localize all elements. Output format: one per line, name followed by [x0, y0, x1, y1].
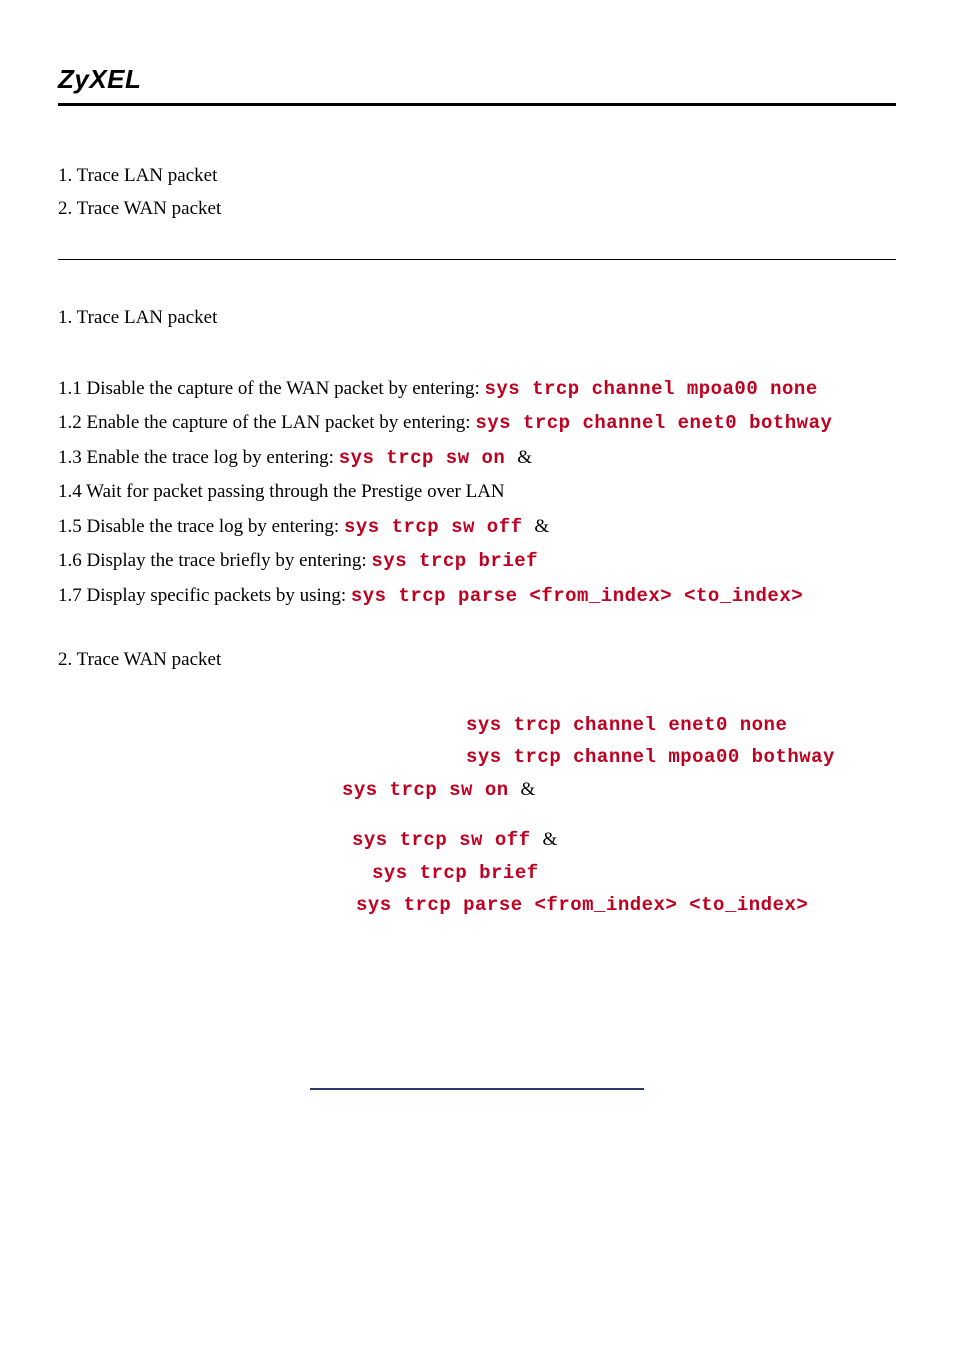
step-1-7: 1.7 Display specific packets by using: s…: [58, 582, 896, 611]
s2-cmd-1: sys trcp channel enet0 none: [466, 714, 787, 736]
step-1-5-cmd: sys trcp sw off: [344, 516, 534, 538]
step-1-7-text: 1.7 Display specific packets by using:: [58, 585, 351, 606]
section-1-title: 1. Trace LAN packet: [58, 304, 896, 333]
step-1-5: 1.5 Disable the trace log by entering: s…: [58, 513, 896, 542]
step-1-7-cmd: sys trcp parse <from_index> <to_index>: [351, 585, 803, 607]
footer-rule: [310, 1088, 644, 1090]
step-1-1-text: 1.1 Disable the capture of the WAN packe…: [58, 378, 484, 399]
toc-item-2: 2. Trace WAN packet: [58, 195, 896, 224]
s2-line-5: sys trcp brief: [372, 859, 896, 888]
step-1-1: 1.1 Disable the capture of the WAN packe…: [58, 375, 896, 404]
step-1-4: 1.4 Wait for packet passing through the …: [58, 478, 896, 507]
step-1-2: 1.2 Enable the capture of the LAN packet…: [58, 409, 896, 438]
toc: 1. Trace LAN packet 2. Trace WAN packet: [58, 162, 896, 223]
step-1-3-text: 1.3 Enable the trace log by entering:: [58, 447, 339, 468]
toc-item-1: 1. Trace LAN packet: [58, 162, 896, 191]
s2-line-6: sys trcp parse <from_index> <to_index>: [356, 891, 896, 920]
s2-cmd-5: sys trcp brief: [372, 862, 539, 884]
step-1-2-text: 1.2 Enable the capture of the LAN packet…: [58, 412, 475, 433]
s2-line-2: sys trcp channel mpoa00 bothway: [466, 743, 896, 772]
step-1-6-text: 1.6 Display the trace briefly by enterin…: [58, 550, 371, 571]
s2-line-1: sys trcp channel enet0 none: [466, 711, 896, 740]
section-2-block: sys trcp channel enet0 none sys trcp cha…: [58, 711, 896, 920]
s2-line-3: sys trcp sw on &: [342, 776, 892, 805]
step-1-3-amp: &: [517, 447, 532, 468]
s2-cmd-6: sys trcp parse <from_index> <to_index>: [356, 894, 808, 916]
s2-line-4: sys trcp sw off &: [352, 826, 896, 855]
header-rule: [58, 103, 896, 106]
separator-rule: [58, 259, 896, 260]
s2-blank-line: [346, 808, 896, 826]
s2-cmd-2: sys trcp channel mpoa00 bothway: [466, 746, 835, 768]
step-1-3-cmd: sys trcp sw on: [339, 447, 518, 469]
s2-cmd-3: sys trcp sw on: [342, 779, 521, 801]
s2-cmd-4: sys trcp sw off: [352, 829, 542, 851]
section-2-title: 2. Trace WAN packet: [58, 646, 896, 675]
step-1-5-text: 1.5 Disable the trace log by entering:: [58, 516, 344, 537]
step-1-1-cmd: sys trcp channel mpoa00 none: [484, 378, 817, 400]
footer-rule-wrap: [58, 1088, 896, 1090]
s2-amp-4: &: [542, 829, 557, 850]
step-1-6-cmd: sys trcp brief: [371, 550, 538, 572]
s2-amp-3: &: [521, 779, 536, 800]
step-1-2-cmd: sys trcp channel enet0 bothway: [475, 412, 832, 434]
step-1-3: 1.3 Enable the trace log by entering: sy…: [58, 444, 896, 473]
brand-logo: ZyXEL: [58, 60, 896, 99]
step-1-6: 1.6 Display the trace briefly by enterin…: [58, 547, 896, 576]
step-1-5-amp: &: [534, 516, 549, 537]
